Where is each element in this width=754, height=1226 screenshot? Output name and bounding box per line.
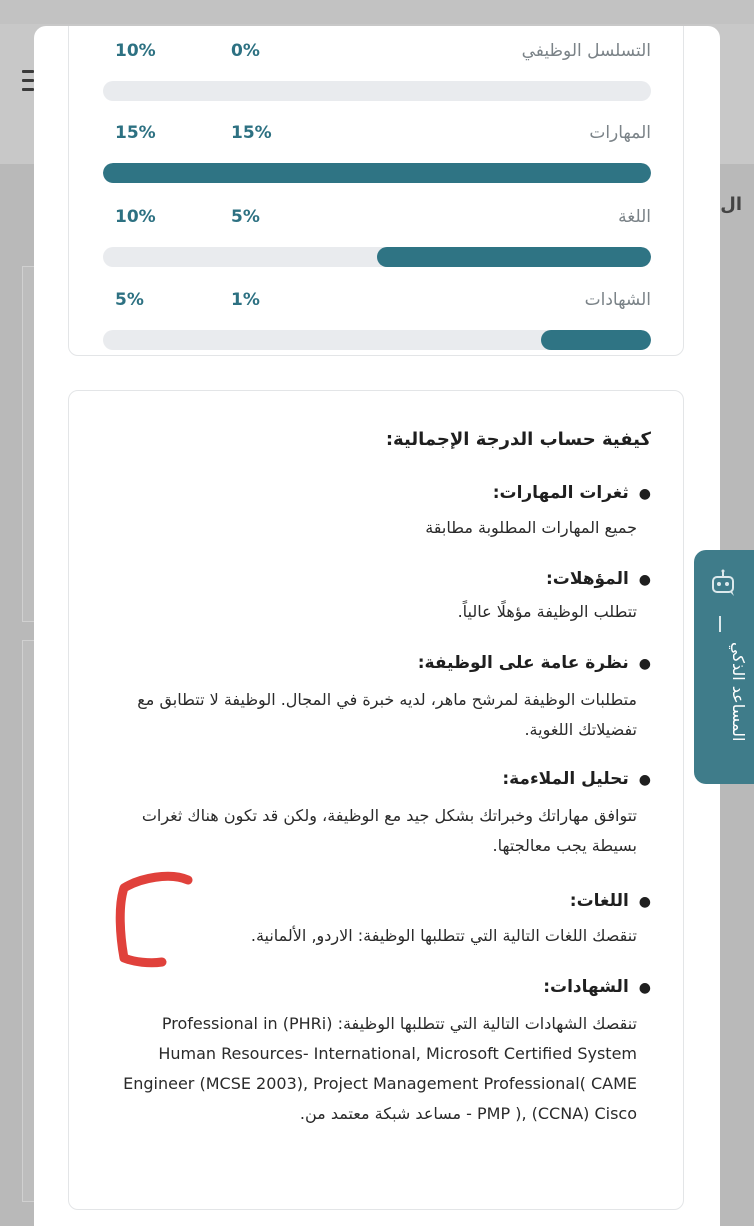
section-body: جميع المهارات المطلوبة مطابقة [425, 518, 637, 537]
progress-fill [541, 330, 651, 350]
metric-max-value: 15% [115, 123, 156, 143]
section-title: ● نظرة عامة على الوظيفة: [418, 653, 651, 673]
status-bar [0, 0, 754, 24]
metric-label: اللغة [618, 207, 651, 227]
section-title-text: ثغرات المهارات: [492, 483, 629, 503]
section-body: متطلبات الوظيفة لمرشح ماهر، لديه خبرة في… [137, 690, 637, 739]
section-title: ● الشهادات: [543, 977, 651, 997]
metric-max-value: 5% [115, 290, 144, 310]
metric-max-value: 10% [115, 207, 156, 227]
bullet-icon: ● [638, 486, 651, 502]
separator [719, 616, 721, 632]
robot-icon [712, 569, 734, 596]
progress-fill [103, 163, 651, 183]
annotation-bracket [115, 871, 193, 968]
explanation-heading: كيفية حساب الدرجة الإجمالية: [385, 429, 651, 450]
smart-assistant-label: المساعد الذكي [729, 642, 748, 742]
section-title-text: اللغات: [569, 891, 629, 911]
bullet-icon: ● [638, 772, 651, 788]
metric-label: التسلسل الوظيفي [521, 41, 651, 61]
explanation-card: كيفية حساب الدرجة الإجمالية: ● ثغرات المه… [68, 390, 684, 1210]
metric-score-value: 5% [231, 207, 260, 227]
background-heading-fragment: ال [720, 194, 742, 215]
progress-bar [103, 163, 651, 183]
smart-assistant-button[interactable]: المساعد الذكي [694, 550, 754, 784]
metric-label: المهارات [589, 123, 651, 143]
metric-max-value: 10% [115, 41, 156, 61]
section-title-text: تحليل الملاءمة: [502, 769, 629, 789]
section-title-text: نظرة عامة على الوظيفة: [417, 653, 629, 673]
metric-score-value: 1% [231, 290, 260, 310]
section-body: تتوافق مهاراتك وخبراتك بشكل جيد مع الوظي… [141, 806, 637, 855]
progress-bar [103, 330, 651, 350]
bullet-icon: ● [638, 572, 651, 588]
bullet-icon: ● [638, 656, 651, 672]
progress-fill [377, 247, 651, 267]
section-title: ● المؤهلات: [546, 569, 651, 589]
score-breakdown-card: التسلسل الوظيفي 10% 0% المهارات 15% 15% … [68, 26, 684, 356]
section-title: ● ثغرات المهارات: [493, 483, 651, 503]
metric-language: اللغة 10% 5% [69, 207, 685, 267]
section-title: ● اللغات: [570, 891, 651, 911]
metric-skills: المهارات 15% 15% [69, 123, 685, 183]
bullet-icon: ● [638, 980, 651, 996]
section-title-text: الشهادات: [543, 977, 629, 997]
progress-bar [103, 247, 651, 267]
metric-label: الشهادات [584, 290, 651, 310]
score-modal: التسلسل الوظيفي 10% 0% المهارات 15% 15% … [34, 26, 720, 1226]
metric-score-value: 15% [231, 123, 272, 143]
section-body: تنقصك الشهادات التالية التي تتطلبها الوظ… [123, 1014, 637, 1123]
metric-certificates: الشهادات 5% 1% [69, 290, 685, 350]
bullet-icon: ● [638, 894, 651, 910]
section-title: ● تحليل الملاءمة: [502, 769, 651, 789]
section-body: تتطلب الوظيفة مؤهلًا عالياً. [457, 602, 637, 621]
metric-career-level: التسلسل الوظيفي 10% 0% [69, 41, 685, 101]
metric-score-value: 0% [231, 41, 260, 61]
section-title-text: المؤهلات: [545, 569, 629, 589]
progress-bar [103, 81, 651, 101]
